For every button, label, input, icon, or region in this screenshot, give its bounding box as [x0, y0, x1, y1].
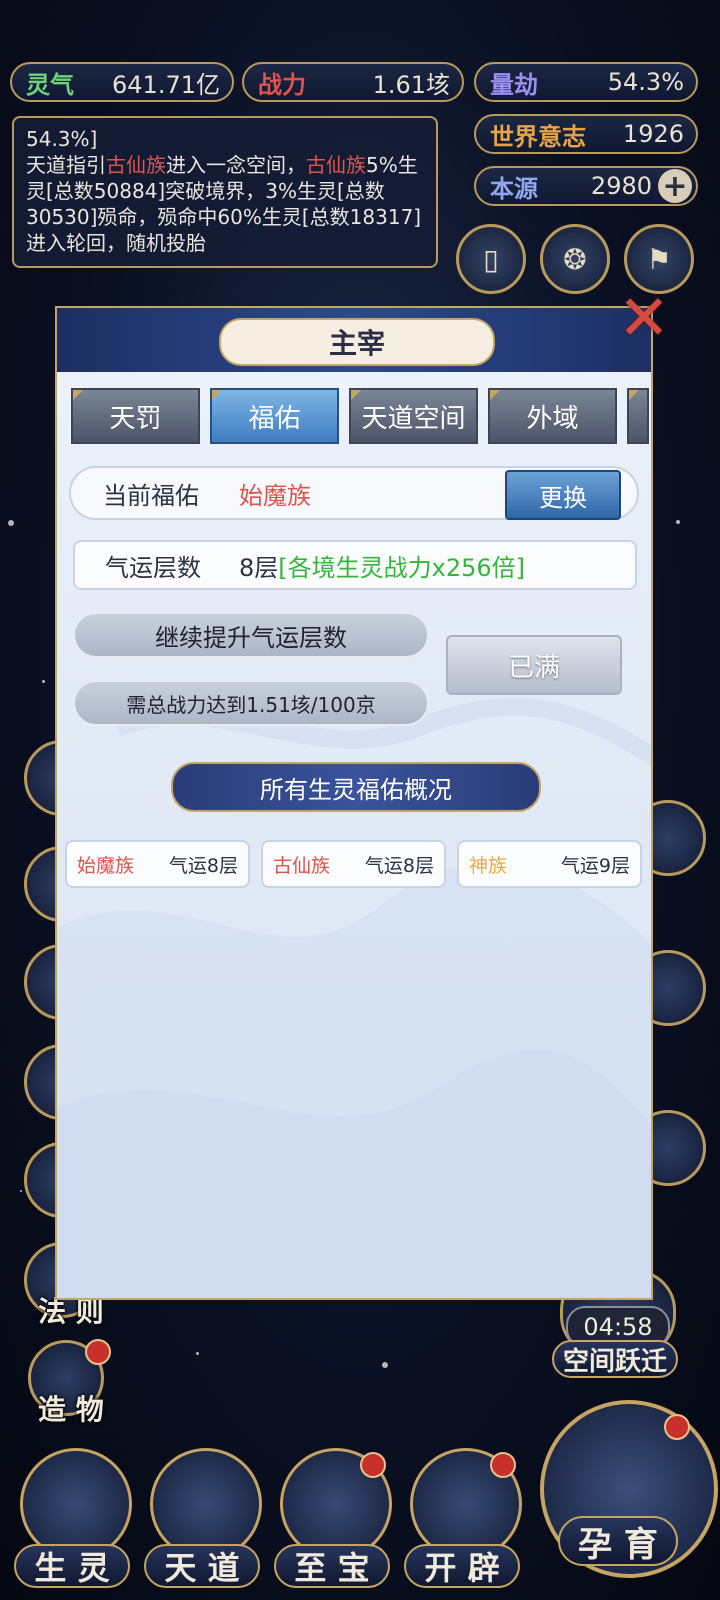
race-luck-shen: 气运9层	[560, 854, 630, 877]
current-blessing-row: 当前福佑 始魔族 更换	[69, 466, 639, 520]
tab-punishment[interactable]: 天罚	[71, 388, 200, 444]
tab-outer-realm[interactable]: 外域	[488, 388, 617, 444]
dialog-tabs: 天罚 福佑 天道空间 外域	[71, 388, 649, 444]
luck-level-row: 气运层数 8层 [各境生灵战力x256倍]	[73, 540, 637, 590]
stat-lingqi-value: 641.71亿	[112, 70, 220, 99]
vortex-icon: ❂	[563, 242, 587, 276]
log-text-a: 天道指引	[26, 153, 106, 177]
stat-zhanli-value: 1.61垓	[372, 70, 450, 99]
nav-yunyu-label: 孕 育	[558, 1516, 678, 1566]
scroll-icon: ▯	[483, 242, 499, 276]
stat-liangjie-value: 54.3%	[607, 68, 684, 96]
nav-zhibao-label: 至 宝	[274, 1544, 390, 1588]
stat-world-will: 世界意志 1926	[474, 114, 698, 154]
upgrade-title: 继续提升气运层数	[73, 612, 429, 658]
swap-button[interactable]: 更换	[505, 470, 621, 520]
kaipi-notification-dot	[490, 1452, 516, 1478]
nav-tiandao[interactable]: 天 道	[144, 1448, 262, 1588]
flag-icon: ⚑	[646, 242, 672, 276]
luck-bonus: [各境生灵战力x256倍]	[278, 553, 526, 582]
log-message: 天道指引古仙族进入一念空间，古仙族5%生灵[总数50884]突破境界，3%生灵[…	[26, 152, 424, 256]
dialog-title: 主宰	[219, 318, 495, 366]
creation-notification-dot	[85, 1339, 111, 1365]
close-icon[interactable]: ✕	[612, 286, 676, 350]
stat-benyuan-label: 本源	[490, 174, 538, 203]
stat-zhanli: 战力 1.61垓	[242, 62, 464, 102]
stat-benyuan: 本源 2980 +	[474, 166, 698, 206]
upgrade-requirement: 需总战力达到1.51垓/100京	[73, 680, 429, 726]
race-luck-shimo: 气运8层	[168, 854, 238, 877]
nav-shengling[interactable]: 生 灵	[14, 1448, 132, 1588]
stat-lingqi: 灵气 641.71亿	[10, 62, 234, 102]
overview-button[interactable]: 所有生灵福佑概况	[171, 762, 541, 812]
yunyu-notification-dot	[664, 1414, 690, 1440]
log-text-b: 进入一念空间，	[166, 153, 306, 177]
race-name-shen: 神族	[469, 854, 508, 877]
race-name-shimo: 始魔族	[77, 854, 135, 877]
nav-shengling-label: 生 灵	[14, 1544, 130, 1588]
race-name-guxian: 古仙族	[273, 854, 331, 877]
stat-liangjie-label: 量劫	[490, 70, 538, 99]
tab-heaven-space[interactable]: 天道空间	[349, 388, 478, 444]
log-race-a: 古仙族	[106, 153, 166, 177]
creation-label: 造 物	[38, 1393, 104, 1426]
event-log: 54.3%] 天道指引古仙族进入一念空间，古仙族5%生灵[总数50884]突破境…	[12, 116, 438, 268]
tab-blessing[interactable]: 福佑	[210, 388, 339, 444]
add-benyuan-button[interactable]: +	[658, 169, 692, 204]
luck-level-value: 8层	[239, 553, 279, 582]
stat-world-will-value: 1926	[622, 120, 684, 148]
stat-benyuan-value: 2980	[590, 172, 652, 200]
nav-zhibao[interactable]: 至 宝	[274, 1448, 392, 1588]
nav-tiandao-label: 天 道	[144, 1544, 260, 1588]
stat-world-will-label: 世界意志	[490, 122, 586, 151]
current-blessing-value: 始魔族	[239, 481, 311, 510]
nav-kaipi-label: 开 辟	[404, 1544, 520, 1588]
luck-level-label: 气运层数	[105, 553, 201, 582]
race-card-shimo: 始魔族 气运8层	[65, 840, 250, 888]
race-card-guxian: 古仙族 气运8层	[261, 840, 446, 888]
dominion-dialog: 主宰 天罚 福佑 天道空间 外域 当前福佑 始魔族 更换 气运层数 8层 [各境…	[55, 306, 653, 1300]
race-luck-guxian: 气运8层	[364, 854, 434, 877]
log-race-b: 古仙族	[306, 153, 366, 177]
stat-liangjie: 量劫 54.3%	[474, 62, 698, 102]
stat-lingqi-label: 灵气	[26, 70, 74, 99]
race-card-shen: 神族 气运9层	[457, 840, 642, 888]
portal-button[interactable]: ❂	[540, 224, 610, 294]
stat-zhanli-label: 战力	[258, 70, 306, 99]
log-line-0: 54.3%]	[26, 127, 98, 151]
full-button[interactable]: 已满	[446, 635, 622, 695]
scroll-button[interactable]: ▯	[456, 224, 526, 294]
tab-more[interactable]	[627, 388, 649, 444]
current-blessing-label: 当前福佑	[103, 481, 199, 510]
zhibao-notification-dot	[360, 1452, 386, 1478]
space-jump-label: 空间跃迁	[552, 1340, 678, 1378]
nav-kaipi[interactable]: 开 辟	[404, 1448, 522, 1588]
